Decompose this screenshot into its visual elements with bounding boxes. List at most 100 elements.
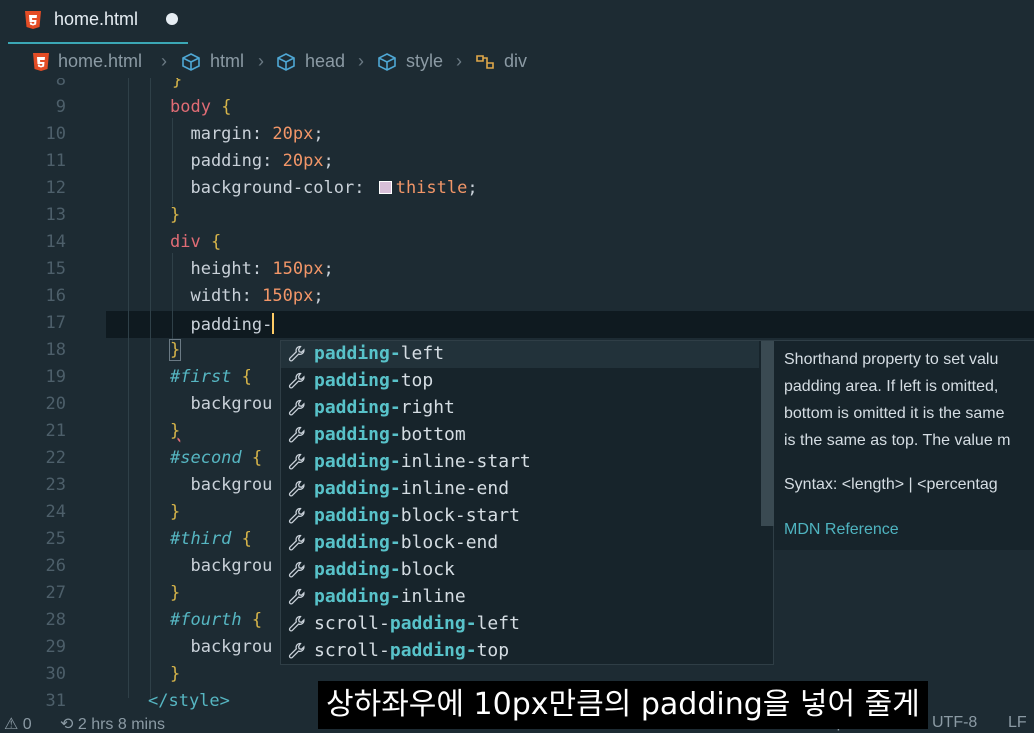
suggestion-label: padding-top [314, 370, 433, 391]
code-line-26: backgrou [170, 556, 272, 576]
suggestion-item[interactable]: padding-bottom [281, 422, 759, 449]
wrench-icon [288, 399, 305, 416]
suggestion-item[interactable]: padding-top [281, 368, 759, 395]
property-name: backgrou [170, 637, 273, 657]
property-name: height: [170, 259, 273, 279]
suggestion-match: padding- [314, 559, 401, 580]
html5-icon [25, 11, 41, 29]
suggestion-label: padding-right [314, 397, 455, 418]
line-number: 18 [45, 340, 66, 360]
suggestion-suffix: right [400, 397, 455, 418]
details-description: padding area. If left is omitted, [784, 378, 999, 395]
suggestion-item[interactable]: padding-block-end [281, 530, 759, 557]
tab-bar: home.html [0, 0, 1034, 44]
closing-brace: } [172, 78, 183, 90]
encoding[interactable]: UTF-8 [932, 714, 977, 732]
suggestion-item[interactable]: padding-inline [281, 584, 759, 611]
wrench-icon [288, 345, 305, 362]
code-line-13: } [170, 205, 180, 225]
wrench-icon [288, 372, 305, 389]
line-number: 11 [45, 151, 66, 171]
suggestion-item[interactable]: scroll-padding-top [281, 638, 759, 665]
suggestion-suffix: block-start [400, 505, 520, 526]
property-name: margin: [170, 124, 273, 144]
code-line-29: backgrou [170, 637, 272, 657]
wrench-icon [288, 588, 305, 605]
breadcrumb-div[interactable]: div [474, 51, 527, 72]
suggestion-item[interactable]: padding-block-start [281, 503, 759, 530]
suggestion-suffix: top [400, 370, 434, 391]
typed-text: padding- [170, 315, 273, 335]
line-ending[interactable]: LF [1008, 714, 1027, 732]
suggestions-scrollbar[interactable] [761, 341, 775, 526]
code-line-21: } [170, 421, 180, 441]
wrench-icon [288, 561, 305, 578]
suggestion-prefix: scroll- [314, 613, 390, 634]
breadcrumb-label: div [504, 51, 528, 71]
line-number: 24 [45, 502, 66, 522]
suggestion-label: padding-bottom [314, 424, 466, 445]
suggestion-match: padding- [314, 343, 401, 364]
suggestion-match: padding- [389, 613, 477, 634]
suggestion-label: padding-block [314, 559, 455, 580]
property-value: 20px [282, 151, 324, 171]
property-name: backgrou [170, 475, 273, 495]
suggestion-item[interactable]: padding-block [281, 557, 759, 584]
text-cursor [272, 313, 275, 334]
suggestion-suffix: left [400, 343, 445, 364]
code-line-11: padding: 20px; [170, 151, 333, 171]
breadcrumb-file[interactable]: home.html [32, 51, 142, 72]
selector-fourth: #fourth [170, 610, 242, 630]
line-number: 8 [55, 78, 66, 90]
line-number: 16 [45, 286, 66, 306]
time-tracker-label: 2 hrs 8 mins [77, 716, 165, 733]
suggestion-match: padding- [314, 451, 401, 472]
breadcrumb-label: html [210, 51, 245, 71]
code-line-24: } [170, 502, 180, 522]
code-line-25: #third { [170, 529, 252, 549]
line-number: 21 [45, 421, 66, 441]
code-line-18: } [168, 339, 182, 361]
selector-first: #first [170, 367, 232, 387]
chevron-right-icon: › [161, 51, 167, 71]
problems-indicator[interactable]: ⚠ 0 [4, 714, 32, 733]
details-description: bottom is omitted it is the same [784, 405, 1005, 422]
property-name: background-color: [170, 178, 375, 198]
property-name: width: [170, 286, 263, 306]
color-swatch-icon[interactable] [378, 181, 392, 194]
suggestion-item[interactable]: padding-right [281, 395, 759, 422]
breadcrumb-html[interactable]: html [180, 51, 244, 72]
selector-icon [476, 54, 494, 69]
history-icon: ⟲ [60, 716, 78, 733]
suggestion-match: padding- [314, 532, 401, 553]
suggestion-item[interactable]: scroll-padding-left [281, 611, 759, 638]
property-value: 150px [262, 286, 314, 306]
breadcrumb-head[interactable]: head [275, 51, 345, 72]
cube-icon [182, 52, 200, 71]
mdn-reference-link[interactable]: MDN Reference [784, 521, 899, 539]
suggestion-item[interactable]: padding-left [281, 341, 759, 368]
unsaved-dot-icon[interactable] [166, 13, 178, 25]
selector-div: div [170, 232, 201, 252]
line-number: 19 [45, 367, 66, 387]
suggestion-label: padding-block-start [314, 505, 520, 526]
breadcrumb: home.html › html › head › style › div [0, 48, 1034, 78]
suggestion-item[interactable]: padding-inline-end [281, 476, 759, 503]
line-number: 14 [45, 232, 66, 252]
suggestion-details-panel: Shorthand property to set valu padding a… [774, 340, 1034, 550]
wrench-icon [288, 480, 305, 497]
tab-home-html[interactable]: home.html [8, 0, 188, 44]
suggestion-item[interactable]: padding-inline-start [281, 449, 759, 476]
details-syntax: Syntax: <length> | <percentag [784, 476, 998, 493]
semicolon: ; [467, 178, 478, 198]
opening-brace: { [241, 448, 263, 468]
suggestion-match: padding- [314, 424, 401, 445]
time-tracker[interactable]: ⟲ 2 hrs 8 mins [60, 714, 165, 733]
breadcrumb-style[interactable]: style [376, 51, 443, 72]
suggestion-match: padding- [389, 640, 477, 661]
code-line-30: } [170, 664, 180, 684]
video-subtitle: 상하좌우에 10px만큼의 padding을 넣어 줄게 [318, 681, 928, 729]
line-number: 28 [45, 610, 66, 630]
code-line-17: padding- [170, 313, 275, 335]
suggestion-match: padding- [314, 478, 401, 499]
